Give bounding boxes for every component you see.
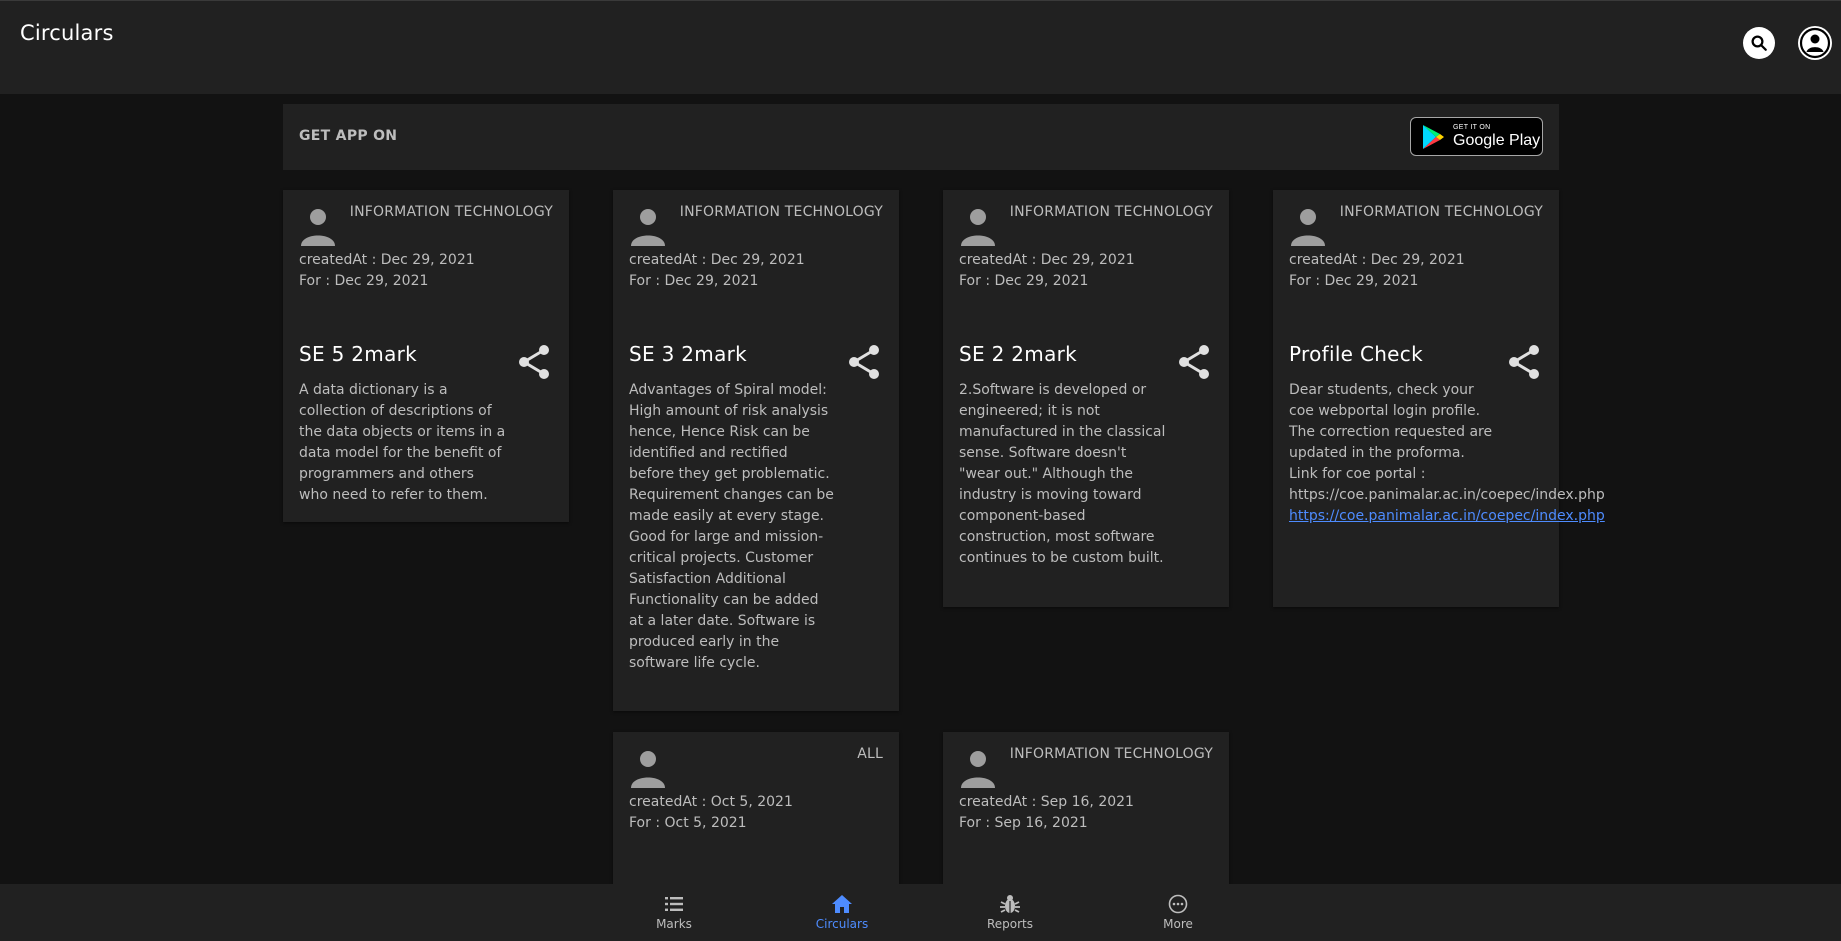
card-body-text: Dear students, check your coe webportal … <box>1289 382 1605 503</box>
created-at: createdAt : Dec 29, 2021 <box>959 252 1135 268</box>
card-meta: createdAt : Dec 29, 2021 For : Dec 29, 2… <box>629 250 805 292</box>
search-button[interactable] <box>1743 27 1775 59</box>
avatar-icon <box>1291 209 1325 246</box>
google-play-icon <box>1423 124 1444 149</box>
nav-label: More <box>1163 917 1193 931</box>
card-body: A data dictionary is a collection of des… <box>299 382 506 503</box>
department-label: INFORMATION TECHNOLOGY <box>679 204 883 220</box>
for-date: For : Sep 16, 2021 <box>959 815 1088 831</box>
for-date: For : Oct 5, 2021 <box>629 815 747 831</box>
for-date: For : Dec 29, 2021 <box>959 273 1089 289</box>
more-horizontal-icon <box>1168 894 1188 914</box>
share-icon[interactable] <box>1507 344 1541 380</box>
card-title: SE 3 2mark <box>629 342 748 366</box>
share-icon[interactable] <box>1177 344 1211 380</box>
nav-label: Reports <box>986 917 1034 931</box>
nav-label: Circulars <box>815 917 869 931</box>
page-title: Circulars <box>20 21 114 45</box>
avatar-icon <box>631 209 665 246</box>
account-icon <box>1799 27 1831 59</box>
card-meta: createdAt : Dec 29, 2021 For : Dec 29, 2… <box>959 250 1135 292</box>
avatar-icon <box>961 209 995 246</box>
circular-card[interactable]: INFORMATION TECHNOLOGY createdAt : Dec 2… <box>943 190 1229 607</box>
share-icon[interactable] <box>517 344 551 380</box>
circular-card[interactable]: INFORMATION TECHNOLOGY createdAt : Sep 1… <box>943 732 1229 892</box>
account-button[interactable] <box>1798 26 1832 60</box>
card-body: Dear students, check your coe webportal … <box>1289 380 1605 527</box>
created-at: createdAt : Dec 29, 2021 <box>1289 252 1465 268</box>
for-date: For : Dec 29, 2021 <box>1289 273 1419 289</box>
get-app-label: GET APP ON <box>299 128 398 144</box>
department-label: INFORMATION TECHNOLOGY <box>1009 204 1213 220</box>
department-label: INFORMATION TECHNOLOGY <box>1339 204 1543 220</box>
avatar-icon <box>301 209 335 246</box>
nav-item-marks[interactable]: Marks <box>590 884 758 941</box>
card-meta: createdAt : Dec 29, 2021 For : Dec 29, 2… <box>299 250 475 292</box>
google-play-badge[interactable]: GET IT ON Google Play <box>1410 117 1543 156</box>
card-title: Profile Check <box>1289 342 1423 366</box>
department-label: INFORMATION TECHNOLOGY <box>1009 746 1213 762</box>
nav-item-reports[interactable]: Reports <box>926 884 1094 941</box>
bottom-navigation: Marks Circulars Reports More <box>0 884 1841 941</box>
get-app-banner: GET APP ON GET IT ON Google Play <box>283 104 1559 170</box>
created-at: createdAt : Dec 29, 2021 <box>299 252 475 268</box>
avatar-icon <box>631 751 665 788</box>
card-meta: createdAt : Oct 5, 2021 For : Oct 5, 202… <box>629 792 793 834</box>
bug-icon <box>1000 895 1020 913</box>
card-body: Advantages of Spiral model: High amount … <box>629 382 834 671</box>
home-icon <box>832 895 852 913</box>
share-icon[interactable] <box>847 344 881 380</box>
nav-item-more[interactable]: More <box>1094 884 1262 941</box>
circular-card[interactable]: INFORMATION TECHNOLOGY createdAt : Dec 2… <box>613 190 899 711</box>
avatar-icon <box>961 751 995 788</box>
list-icon <box>665 897 683 911</box>
department-label: ALL <box>857 746 883 762</box>
card-title: SE 2 2mark <box>959 342 1078 366</box>
circular-card[interactable]: INFORMATION TECHNOLOGY createdAt : Dec 2… <box>1273 190 1605 607</box>
circular-card[interactable]: ALL createdAt : Oct 5, 2021 For : Oct 5,… <box>613 732 899 892</box>
search-icon <box>1751 35 1767 51</box>
card-title: SE 5 2mark <box>299 342 418 366</box>
nav-label: Marks <box>656 917 692 931</box>
department-label: INFORMATION TECHNOLOGY <box>349 204 553 220</box>
for-date: For : Dec 29, 2021 <box>629 273 759 289</box>
badge-small-text: GET IT ON <box>1453 124 1491 131</box>
for-date: For : Dec 29, 2021 <box>299 273 429 289</box>
card-meta: createdAt : Sep 16, 2021 For : Sep 16, 2… <box>959 792 1134 834</box>
coe-portal-link[interactable]: https://coe.panimalar.ac.in/coepec/index… <box>1289 508 1605 524</box>
badge-big-text: Google Play <box>1453 132 1541 149</box>
card-meta: createdAt : Dec 29, 2021 For : Dec 29, 2… <box>1289 250 1465 292</box>
app-bar: Circulars <box>0 0 1841 94</box>
created-at: createdAt : Sep 16, 2021 <box>959 794 1134 810</box>
circular-card[interactable]: INFORMATION TECHNOLOGY createdAt : Dec 2… <box>283 190 569 522</box>
created-at: createdAt : Dec 29, 2021 <box>629 252 805 268</box>
nav-item-circulars[interactable]: Circulars <box>758 884 926 941</box>
card-body: 2.Software is developed or engineered; i… <box>959 382 1166 566</box>
created-at: createdAt : Oct 5, 2021 <box>629 794 793 810</box>
